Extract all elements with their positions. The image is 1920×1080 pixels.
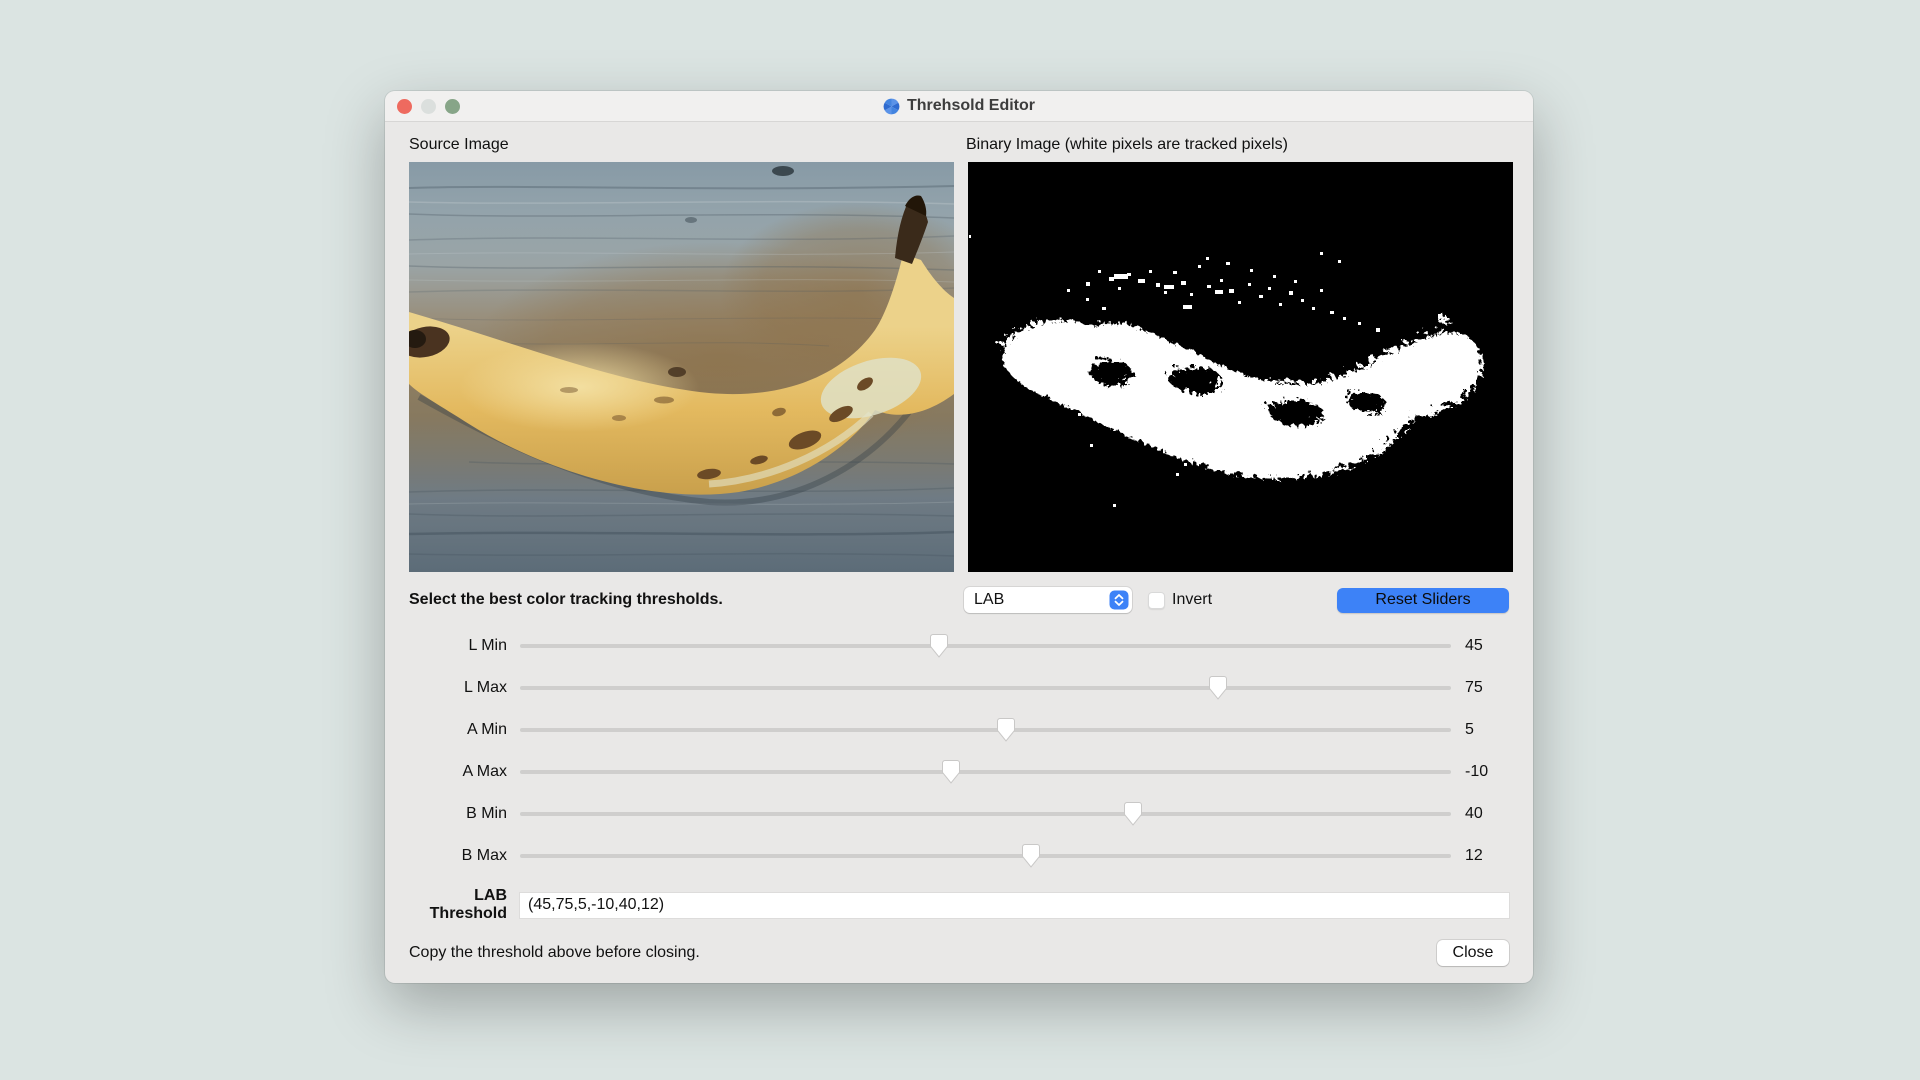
slider-track[interactable] [520, 770, 1451, 774]
slider-label: L Max [409, 679, 507, 697]
l-min-slider[interactable] [520, 633, 1451, 659]
b-min-slider[interactable] [520, 801, 1451, 827]
slider-row-a-min: A Min 5 [409, 709, 1509, 751]
slider-label: L Min [409, 637, 507, 655]
window-title: Threhsold Editor [907, 97, 1035, 115]
slider-thumb[interactable] [1124, 802, 1142, 826]
slider-value: 40 [1465, 805, 1509, 823]
titlebar[interactable]: Threhsold Editor [385, 91, 1533, 122]
reset-sliders-button[interactable]: Reset Sliders [1337, 588, 1509, 613]
instruction-text: Select the best color tracking threshold… [409, 591, 964, 609]
slider-track[interactable] [520, 812, 1451, 816]
slider-label: B Min [409, 805, 507, 823]
slider-track[interactable] [520, 854, 1451, 858]
slider-value: -10 [1465, 763, 1509, 781]
slider-thumb[interactable] [942, 760, 960, 784]
source-image [409, 162, 954, 572]
slider-value: 45 [1465, 637, 1509, 655]
slider-label: B Max [409, 847, 507, 865]
slider-thumb[interactable] [997, 718, 1015, 742]
slider-row-a-max: A Max -10 [409, 751, 1509, 793]
slider-row-b-max: B Max 12 [409, 835, 1509, 877]
threshold-label: LAB Threshold [409, 887, 507, 923]
zoom-window-button[interactable] [445, 99, 460, 114]
binary-image [968, 162, 1513, 572]
colorspace-value: LAB [974, 591, 1109, 609]
a-min-slider[interactable] [520, 717, 1451, 743]
threshold-value-input[interactable] [520, 893, 1509, 918]
slider-label: A Max [409, 763, 507, 781]
binary-image-label: Binary Image (white pixels are tracked p… [966, 136, 1509, 154]
minimize-window-button[interactable] [421, 99, 436, 114]
footer-note: Copy the threshold above before closing. [409, 944, 700, 962]
invert-label: Invert [1172, 591, 1212, 609]
slider-thumb[interactable] [930, 634, 948, 658]
slider-value: 5 [1465, 721, 1509, 739]
slider-thumb[interactable] [1022, 844, 1040, 868]
invert-control: Invert [1148, 591, 1212, 609]
close-button[interactable]: Close [1437, 940, 1509, 966]
a-max-slider[interactable] [520, 759, 1451, 785]
aperture-app-icon [883, 98, 900, 115]
b-max-slider[interactable] [520, 843, 1451, 869]
slider-row-l-max: L Max 75 [409, 667, 1509, 709]
slider-value: 12 [1465, 847, 1509, 865]
traffic-lights [397, 99, 460, 114]
slider-track[interactable] [520, 644, 1451, 648]
slider-value: 75 [1465, 679, 1509, 697]
slider-track[interactable] [520, 686, 1451, 690]
l-max-slider[interactable] [520, 675, 1451, 701]
close-window-button[interactable] [397, 99, 412, 114]
popup-stepper-icon [1109, 590, 1129, 610]
source-image-label: Source Image [409, 136, 952, 154]
slider-label: A Min [409, 721, 507, 739]
slider-row-b-min: B Min 40 [409, 793, 1509, 835]
slider-thumb[interactable] [1209, 676, 1227, 700]
threshold-editor-window: Threhsold Editor Source Image Binary Ima… [385, 91, 1533, 983]
slider-row-l-min: L Min 45 [409, 625, 1509, 667]
invert-checkbox[interactable] [1148, 592, 1165, 609]
colorspace-select[interactable]: LAB [964, 587, 1132, 613]
slider-track[interactable] [520, 728, 1451, 732]
sliders-group: L Min 45 L Max 75 [409, 625, 1509, 877]
